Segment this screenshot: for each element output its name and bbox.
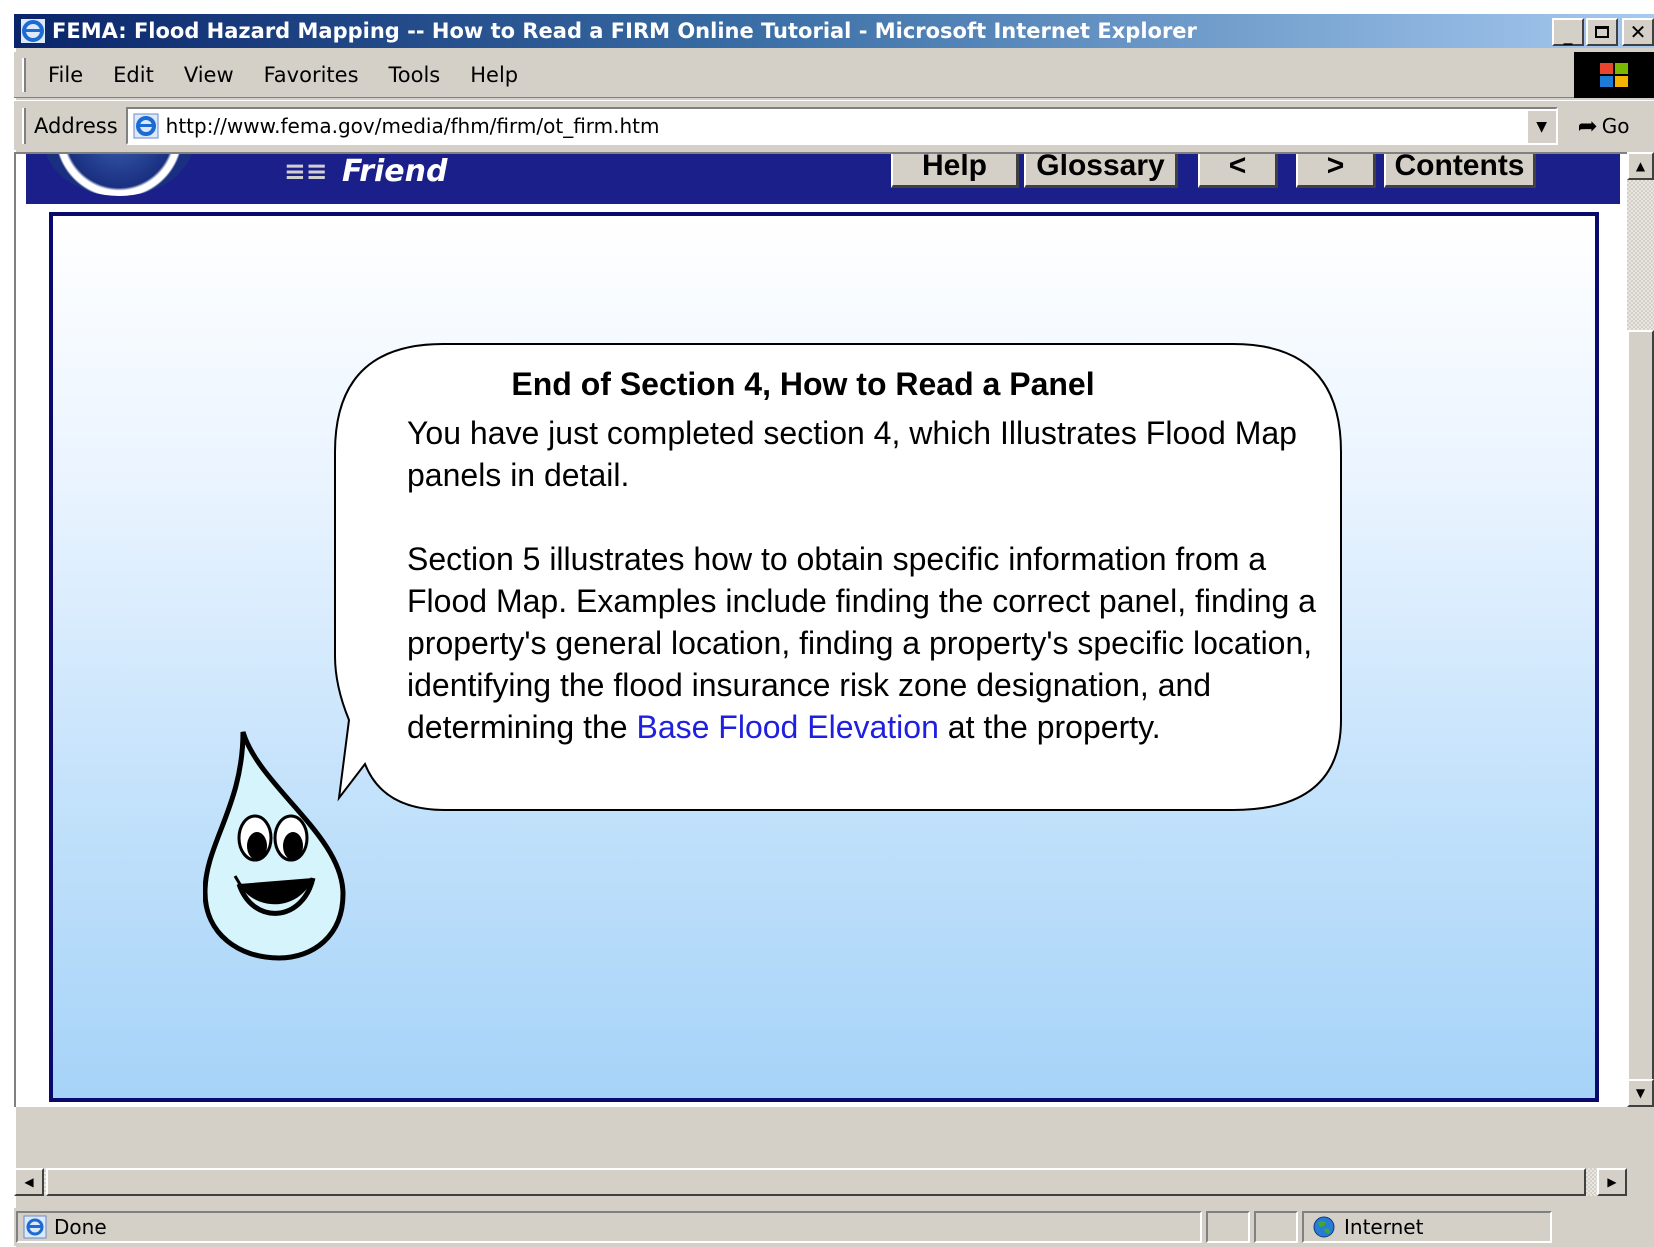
- menu-tools[interactable]: Tools: [389, 63, 441, 87]
- minimize-icon: _: [1563, 24, 1573, 46]
- maximize-button[interactable]: [1586, 18, 1618, 46]
- go-button[interactable]: ➦ Go: [1578, 112, 1630, 140]
- chevron-down-icon: ▼: [1536, 118, 1548, 135]
- close-button[interactable]: ✕: [1622, 18, 1654, 46]
- section-heading: End of Section 4, How to Read a Panel: [511, 366, 1095, 402]
- horizontal-scrollbar[interactable]: ◀ ▶: [14, 1168, 1627, 1196]
- minimize-button[interactable]: _: [1552, 18, 1584, 46]
- status-panel-empty: [1206, 1211, 1250, 1243]
- toolbar-grip[interactable]: [22, 57, 26, 92]
- maximize-icon: [1595, 26, 1609, 38]
- next-button[interactable]: >: [1296, 154, 1376, 188]
- base-flood-elevation-link[interactable]: Base Flood Elevation: [636, 709, 938, 745]
- close-icon: ✕: [1629, 20, 1647, 44]
- security-zone-panel: Internet: [1302, 1211, 1552, 1243]
- vertical-scroll-thumb[interactable]: [1627, 330, 1654, 1082]
- address-url: http://www.fema.gov/media/fhm/firm/ot_fi…: [165, 113, 660, 138]
- arrow-down-icon: ▼: [1635, 1086, 1646, 1100]
- scroll-up-button[interactable]: ▲: [1627, 152, 1654, 180]
- page-icon: [133, 113, 159, 138]
- scroll-left-button[interactable]: ◀: [14, 1168, 44, 1196]
- status-bar: Done Internet: [14, 1208, 1654, 1246]
- help-button[interactable]: Help: [891, 154, 1019, 188]
- site-header: ≡≡ Friend Help Glossary < > Contents: [26, 154, 1620, 204]
- scroll-right-button[interactable]: ▶: [1597, 1168, 1627, 1196]
- go-arrow-icon: ➦: [1577, 111, 1598, 140]
- page-viewport: ≡≡ Friend Help Glossary < > Contents End…: [14, 152, 1627, 1107]
- menu-edit[interactable]: Edit: [113, 63, 154, 87]
- window-title: FEMA: Flood Hazard Mapping -- How to Rea…: [52, 19, 1197, 43]
- next-section-paragraph: Section 5 illustrates how to obtain spec…: [407, 538, 1327, 748]
- windows-flag-icon: [1600, 63, 1628, 87]
- toolbar-grip[interactable]: [22, 107, 26, 144]
- scroll-down-button[interactable]: ▼: [1627, 1079, 1654, 1107]
- menu-bar: File Edit View Favorites Tools Help: [14, 52, 1654, 98]
- envelope-lines-icon: ≡≡: [284, 157, 328, 187]
- status-text-panel: Done: [16, 1211, 1202, 1243]
- tell-a-friend-link[interactable]: ≡≡ Friend: [276, 154, 456, 200]
- menu-help[interactable]: Help: [470, 63, 518, 87]
- fema-seal-logo: [44, 154, 194, 196]
- go-label: Go: [1601, 113, 1630, 138]
- address-input[interactable]: http://www.fema.gov/media/fhm/firm/ot_fi…: [125, 106, 1558, 145]
- menu-view[interactable]: View: [184, 63, 234, 87]
- status-text: Done: [54, 1215, 107, 1239]
- globe-icon: [1313, 1216, 1335, 1238]
- menu-favorites[interactable]: Favorites: [264, 63, 359, 87]
- menu-file[interactable]: File: [48, 63, 83, 87]
- address-label: Address: [34, 113, 118, 138]
- address-bar: Address http://www.fema.gov/media/fhm/fi…: [14, 100, 1654, 150]
- windows-logo: [1574, 52, 1654, 98]
- glossary-button[interactable]: Glossary: [1024, 154, 1178, 188]
- tutorial-stage: End of Section 4, How to Read a Panel Yo…: [49, 212, 1599, 1102]
- arrow-right-icon: ▶: [1607, 1175, 1617, 1189]
- previous-button[interactable]: <: [1198, 154, 1278, 188]
- completion-paragraph: You have just completed section 4, which…: [407, 415, 1297, 493]
- arrow-left-icon: ◀: [24, 1175, 34, 1189]
- vertical-scrollbar[interactable]: ▲ ▼: [1627, 152, 1654, 1107]
- address-dropdown-button[interactable]: ▼: [1525, 108, 1556, 143]
- water-droplet-mascot: [203, 731, 346, 961]
- ie-icon: [21, 19, 45, 43]
- next-section-text-end: at the property.: [938, 709, 1161, 745]
- contents-button[interactable]: Contents: [1384, 154, 1536, 188]
- security-zone-label: Internet: [1344, 1215, 1424, 1239]
- tell-a-friend-label: Friend: [342, 154, 448, 189]
- status-panel-empty: [1254, 1211, 1298, 1243]
- arrow-up-icon: ▲: [1635, 159, 1646, 173]
- title-bar: FEMA: Flood Hazard Mapping -- How to Rea…: [14, 14, 1654, 48]
- page-status-icon: [23, 1215, 47, 1239]
- horizontal-scroll-thumb[interactable]: [46, 1168, 1586, 1196]
